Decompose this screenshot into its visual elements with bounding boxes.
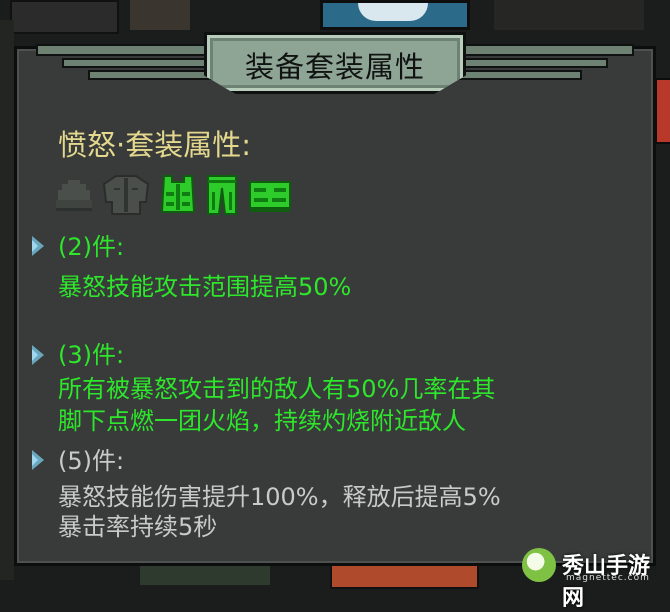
armor-icon[interactable] bbox=[102, 172, 150, 216]
banner-wing-right bbox=[458, 70, 582, 80]
bonus-tier-3-desc: 脚下点燃一团火焰，持续灼烧附近敌人 bbox=[58, 407, 466, 435]
background-portrait bbox=[320, 0, 470, 30]
bonus-tier-5: (5)件: bbox=[58, 447, 125, 475]
bonus-tier-3-desc: 所有被暴怒攻击到的敌人有50%几率在其 bbox=[58, 375, 496, 403]
background-slot bbox=[130, 0, 190, 30]
expand-arrow-icon[interactable] bbox=[32, 236, 44, 256]
boots-icon[interactable] bbox=[246, 172, 294, 216]
banner-wing-left bbox=[88, 70, 212, 80]
watermark-logo-icon bbox=[522, 548, 556, 582]
bonus-tier-5-desc: 暴击率持续5秒 bbox=[58, 513, 218, 541]
bonus-tier-2-desc: 暴怒技能攻击范围提高50% bbox=[58, 273, 352, 301]
background-slot bbox=[10, 0, 119, 34]
background-slot bbox=[494, 0, 644, 30]
bonus-tier-2: (2)件: bbox=[58, 233, 125, 261]
tooltip-title: 装备套装属性 bbox=[244, 50, 425, 84]
pants-icon[interactable] bbox=[204, 172, 240, 216]
expand-arrow-icon[interactable] bbox=[32, 345, 44, 365]
banner-wing-right bbox=[458, 58, 608, 68]
helmet-icon[interactable] bbox=[54, 172, 94, 216]
bonus-tier-5-desc: 暴怒技能伤害提升100%，释放后提高5% bbox=[58, 483, 501, 511]
banner-wing-left bbox=[36, 44, 216, 56]
bonus-tier-3: (3)件: bbox=[58, 341, 125, 369]
set-name: 愤怒·套装属性: bbox=[58, 128, 251, 162]
banner-wing-right bbox=[454, 44, 634, 56]
vest-icon[interactable] bbox=[158, 172, 198, 216]
watermark-subtext: magnettec.com bbox=[566, 573, 650, 583]
expand-arrow-icon[interactable] bbox=[32, 450, 44, 470]
background-edge bbox=[0, 20, 14, 580]
background-button bbox=[655, 78, 670, 144]
banner-wing-left bbox=[62, 58, 212, 68]
